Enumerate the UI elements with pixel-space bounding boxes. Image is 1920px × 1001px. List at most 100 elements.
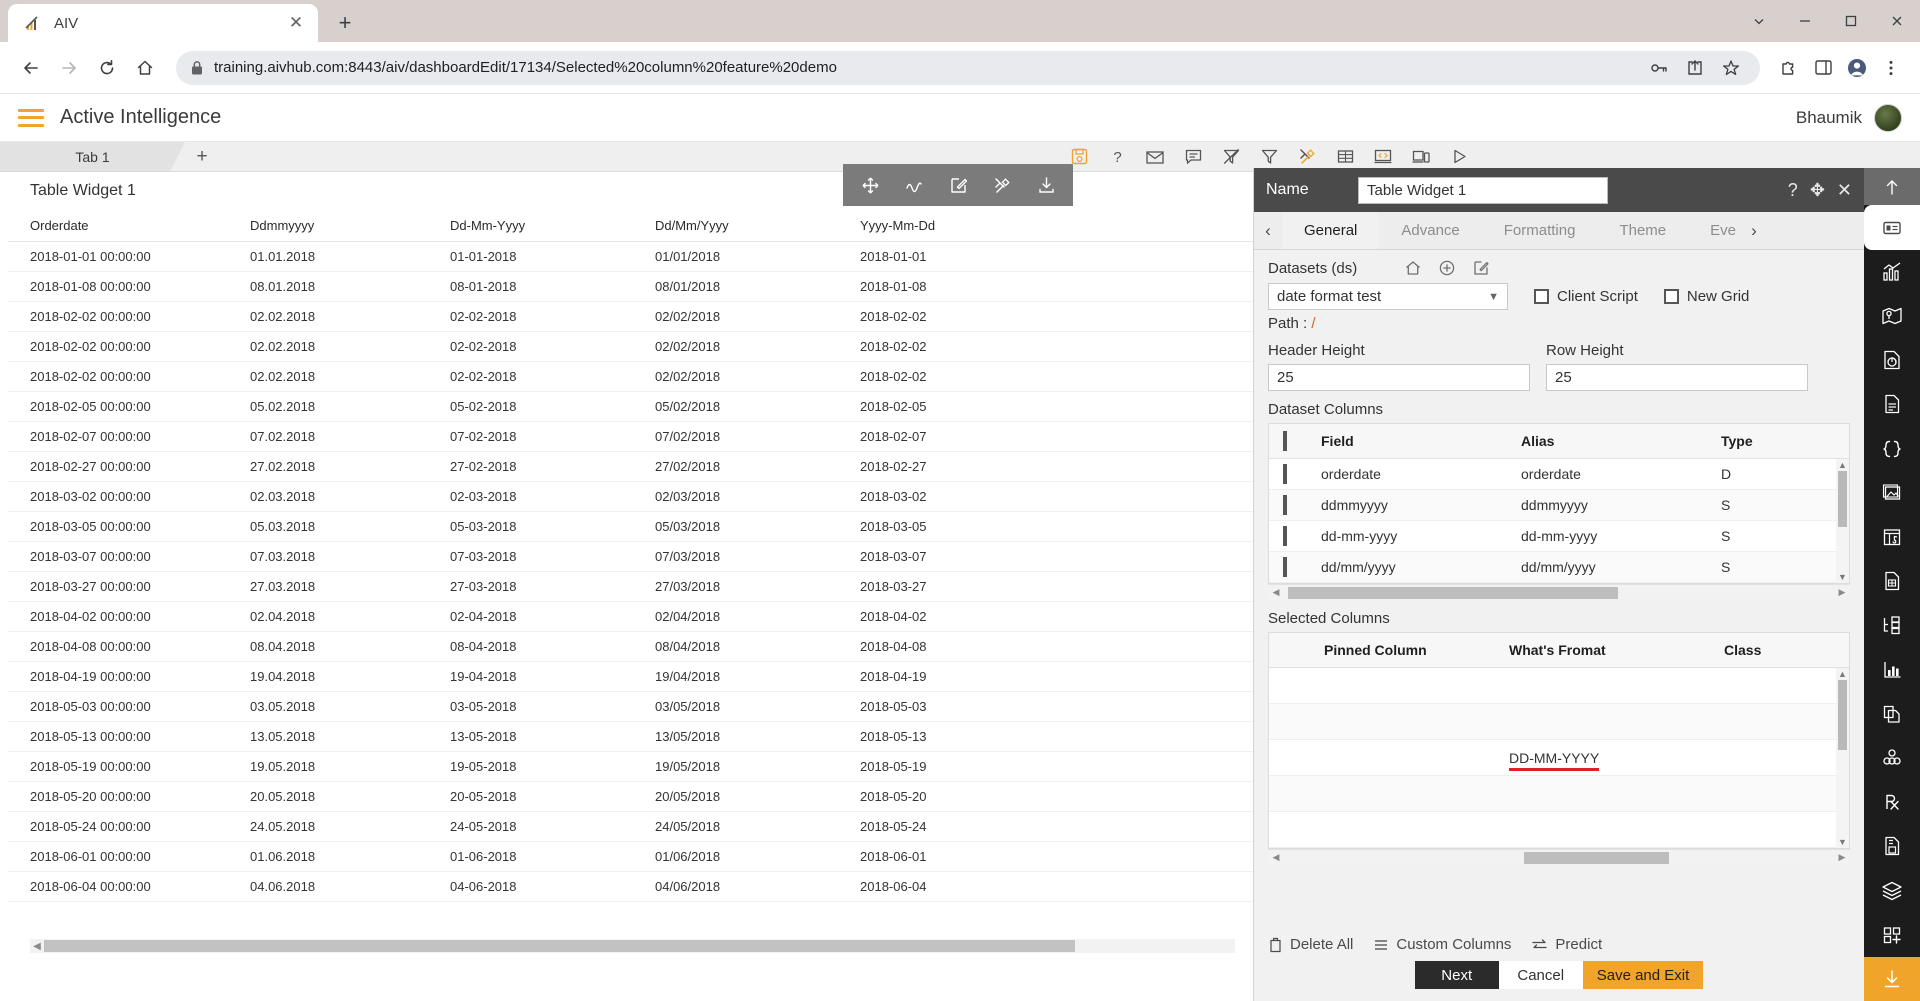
prescription-icon[interactable] bbox=[1864, 780, 1920, 824]
new-tab-button[interactable]: + bbox=[328, 6, 362, 40]
layers-icon[interactable] bbox=[1864, 868, 1920, 912]
profile-avatar-icon[interactable] bbox=[1842, 53, 1872, 83]
tab-theme[interactable]: Theme bbox=[1597, 212, 1688, 249]
reload-button[interactable] bbox=[90, 51, 124, 85]
sidepanel-icon[interactable] bbox=[1808, 53, 1838, 83]
table-column-header[interactable]: Yyyy-Mm-Dd bbox=[838, 212, 1043, 242]
copy-page-icon[interactable] bbox=[1864, 692, 1920, 736]
chevron-left-icon[interactable]: ‹ bbox=[1254, 212, 1282, 249]
scroll-down-arrow-icon[interactable]: ▼ bbox=[1838, 571, 1847, 583]
widget-horizontal-scrollbar[interactable]: ◀ bbox=[30, 939, 1235, 953]
minimize-icon[interactable] bbox=[1782, 0, 1828, 42]
scroll-right-arrow-icon[interactable]: ▶ bbox=[1834, 852, 1850, 863]
tools-icon[interactable] bbox=[991, 174, 1013, 196]
code-icon[interactable] bbox=[1372, 146, 1394, 168]
scroll-right-arrow-icon[interactable]: ▶ bbox=[1834, 587, 1850, 598]
table-row[interactable]: 2018-05-03 00:00:00 03.05.2018 03-05-2018 0… bbox=[8, 691, 1253, 722]
table-row[interactable]: 2018-02-02 00:00:00 02.02.2018 02-02-2018 0… bbox=[8, 361, 1253, 392]
scroll-thumb[interactable] bbox=[1838, 471, 1847, 527]
scroll-thumb[interactable] bbox=[1524, 851, 1669, 864]
saved-report-icon[interactable] bbox=[1864, 824, 1920, 868]
tab-formatting[interactable]: Formatting bbox=[1482, 212, 1598, 249]
selected-columns-hscrollbar[interactable]: ◀ ▶ bbox=[1268, 849, 1850, 865]
add-dashboard-tab-button[interactable]: + bbox=[185, 142, 219, 171]
scroll-thumb[interactable] bbox=[44, 940, 1075, 952]
close-icon[interactable]: ✕ bbox=[1837, 180, 1852, 201]
spreadsheet-icon[interactable] bbox=[1864, 559, 1920, 603]
bookmark-star-icon[interactable] bbox=[1716, 53, 1746, 83]
chevron-down-icon[interactable] bbox=[1736, 0, 1782, 42]
share-icon[interactable] bbox=[1680, 53, 1710, 83]
help-icon[interactable]: ? bbox=[1106, 146, 1128, 168]
clear-filter-icon[interactable] bbox=[1220, 146, 1242, 168]
table-row[interactable]: 2018-04-02 00:00:00 02.04.2018 02-04-2018 0… bbox=[8, 601, 1253, 632]
email-icon[interactable] bbox=[1144, 146, 1166, 168]
table-row[interactable]: 2018-01-08 00:00:00 08.01.2018 08-01-2018 0… bbox=[8, 271, 1253, 302]
row-checkbox[interactable] bbox=[1269, 464, 1321, 484]
table-row[interactable]: 2018-03-27 00:00:00 27.03.2018 27-03-2018 2… bbox=[8, 571, 1253, 602]
dataset-column-row[interactable]: ddmmyyyy ddmmyyyy S bbox=[1269, 490, 1849, 521]
home-icon[interactable] bbox=[1403, 258, 1423, 278]
row-checkbox[interactable] bbox=[1269, 526, 1321, 546]
password-key-icon[interactable] bbox=[1644, 53, 1674, 83]
hierarchy-icon[interactable] bbox=[1864, 603, 1920, 647]
predict-button[interactable]: Predict bbox=[1531, 936, 1602, 953]
widget-grid-scroll-area[interactable]: Orderdate Ddmmyyyy Dd-Mm-Yyyy Dd/Mm/Yyyy Yyy… bbox=[8, 212, 1253, 957]
avatar[interactable] bbox=[1874, 103, 1902, 132]
filter-icon[interactable] bbox=[1258, 146, 1280, 168]
table-row[interactable]: 2018-04-19 00:00:00 19.04.2018 19-04-2018 1… bbox=[8, 661, 1253, 692]
cubes-icon[interactable] bbox=[1864, 736, 1920, 780]
dataset-columns-vscrollbar[interactable]: ▲ ▼ bbox=[1836, 459, 1849, 583]
extensions-puzzle-icon[interactable] bbox=[1774, 53, 1804, 83]
tab-general[interactable]: General bbox=[1282, 212, 1380, 249]
table-row[interactable]: 2018-05-19 00:00:00 19.05.2018 19-05-2018 1… bbox=[8, 751, 1253, 782]
scribble-icon[interactable] bbox=[903, 174, 925, 196]
comment-icon[interactable] bbox=[1182, 146, 1204, 168]
home-button[interactable] bbox=[128, 51, 162, 85]
forward-button[interactable] bbox=[52, 51, 86, 85]
cancel-button[interactable]: Cancel bbox=[1498, 961, 1583, 989]
table-row[interactable]: 2018-02-27 00:00:00 27.02.2018 27-02-2018 2… bbox=[8, 451, 1253, 482]
table-column-header[interactable]: Ddmmyyyy bbox=[228, 212, 428, 242]
dashboard-tab-1[interactable]: Tab 1 bbox=[0, 142, 185, 171]
table-column-header[interactable]: Orderdate bbox=[8, 212, 228, 242]
format-value[interactable]: DD-MM-YYYY bbox=[1509, 749, 1724, 771]
scroll-up-arrow-icon[interactable]: ▲ bbox=[1838, 459, 1847, 471]
tab-advance[interactable]: Advance bbox=[1379, 212, 1481, 249]
add-circle-icon[interactable] bbox=[1437, 258, 1457, 278]
selected-column-row[interactable]: DD-MM-YYYY bbox=[1269, 740, 1849, 776]
chrome-menu-icon[interactable] bbox=[1876, 53, 1906, 83]
back-button[interactable] bbox=[14, 51, 48, 85]
table-row[interactable]: 2018-05-13 00:00:00 13.05.2018 13-05-2018 1… bbox=[8, 721, 1253, 752]
dataset-column-row[interactable]: dd-mm-yyyy dd-mm-yyyy S bbox=[1269, 521, 1849, 552]
dataset-columns-hscrollbar[interactable]: ◀ ▶ bbox=[1268, 584, 1850, 600]
checkbox-box[interactable] bbox=[1534, 289, 1549, 304]
table-row[interactable]: 2018-02-07 00:00:00 07.02.2018 07-02-2018 0… bbox=[8, 421, 1253, 452]
tools-icon[interactable] bbox=[1296, 146, 1318, 168]
dataset-select[interactable]: date format test ▼ bbox=[1268, 283, 1508, 310]
chevron-right-icon[interactable]: › bbox=[1740, 212, 1768, 249]
row-checkbox[interactable] bbox=[1269, 557, 1321, 577]
download-icon[interactable] bbox=[1864, 956, 1920, 1001]
select-all-checkbox[interactable] bbox=[1269, 431, 1321, 451]
help-icon[interactable]: ? bbox=[1788, 180, 1798, 201]
table-row[interactable]: 2018-03-05 00:00:00 05.03.2018 05-03-2018 0… bbox=[8, 511, 1253, 542]
map-icon[interactable] bbox=[1864, 294, 1920, 338]
tab-events[interactable]: Eve bbox=[1688, 212, 1740, 249]
move-icon[interactable]: ✥ bbox=[1810, 180, 1825, 201]
row-checkbox[interactable] bbox=[1269, 495, 1321, 515]
selected-column-row[interactable] bbox=[1269, 704, 1849, 740]
widget-name-input[interactable] bbox=[1358, 176, 1608, 204]
scroll-left-arrow-icon[interactable]: ◀ bbox=[1268, 587, 1284, 598]
bar-chart-icon[interactable] bbox=[1864, 647, 1920, 691]
calendar-icon[interactable] bbox=[1864, 515, 1920, 559]
selected-column-row[interactable] bbox=[1269, 812, 1849, 848]
selected-column-row[interactable] bbox=[1269, 776, 1849, 812]
row-height-input[interactable]: 25 bbox=[1546, 364, 1808, 391]
document-icon[interactable] bbox=[1864, 382, 1920, 426]
scroll-thumb[interactable] bbox=[1288, 586, 1618, 599]
checkbox-box[interactable] bbox=[1663, 289, 1679, 304]
client-script-checkbox[interactable]: Client Script bbox=[1534, 288, 1638, 305]
new-grid-checkbox[interactable]: New Grid bbox=[1663, 288, 1749, 305]
delete-all-button[interactable]: Delete All bbox=[1268, 936, 1353, 953]
